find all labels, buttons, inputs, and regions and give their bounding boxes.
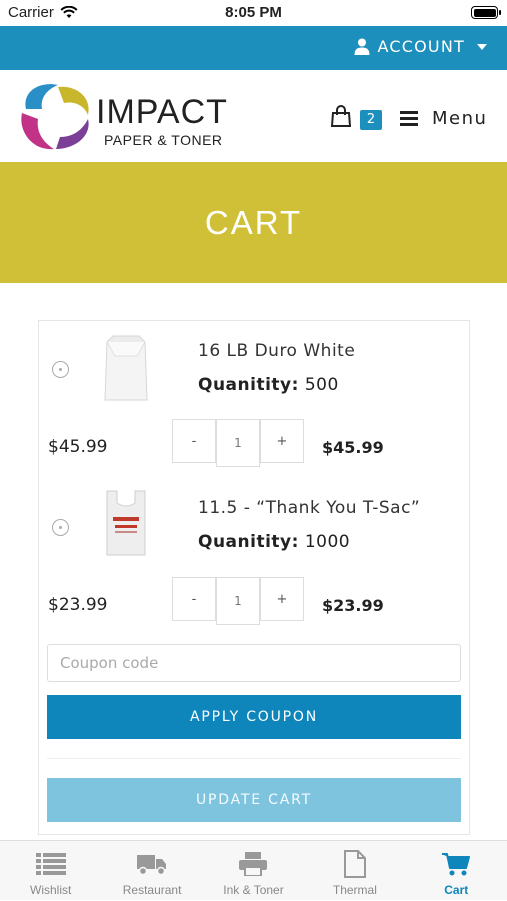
logo-title: IMPACT	[96, 93, 228, 131]
quantity-stepper: - 1 +	[172, 577, 304, 625]
cart-icon	[442, 853, 471, 876]
bottom-tab-bar: Wishlist Restaurant Ink & Toner Thermal …	[0, 840, 507, 900]
hamburger-icon	[400, 111, 418, 126]
quantity-value: 1000	[304, 532, 351, 552]
status-bar: Carrier 8:05 PM	[0, 0, 507, 26]
quantity-value: 500	[304, 375, 339, 395]
quantity-label: Quanitity:	[198, 375, 299, 395]
quantity-stepper: - 1 +	[172, 419, 304, 467]
line-total: $45.99	[322, 438, 384, 457]
tshirt-bag-image	[106, 490, 146, 556]
tab-label: Cart	[444, 883, 469, 897]
caret-down-icon	[477, 43, 487, 50]
divider	[47, 758, 461, 759]
increment-button[interactable]: +	[260, 419, 304, 463]
shopping-bag-icon[interactable]	[330, 105, 352, 127]
battery-icon	[471, 6, 501, 19]
tab-label: Thermal	[332, 883, 377, 897]
unit-price: $23.99	[48, 595, 108, 615]
account-bar: ACCOUNT	[0, 26, 507, 70]
page-banner: CART	[0, 162, 507, 283]
unit-price: $45.99	[48, 437, 108, 457]
decrement-button[interactable]: -	[172, 577, 216, 621]
quantity-label: Quanitity:	[198, 532, 299, 552]
tab-cart[interactable]: Cart	[406, 841, 507, 901]
truck-icon	[137, 855, 167, 875]
tab-label: Ink & Toner	[223, 883, 284, 897]
product-name[interactable]: 11.5 - “Thank You T-Sac”	[198, 498, 420, 518]
clock: 8:05 PM	[225, 4, 282, 21]
tab-restaurant[interactable]: Restaurant	[101, 841, 202, 901]
coupon-code-input[interactable]	[47, 644, 461, 682]
document-icon	[343, 850, 366, 878]
logo-subtitle: PAPER & TONER	[104, 132, 223, 148]
menu-button[interactable]: Menu	[400, 108, 487, 129]
decrement-button[interactable]: -	[172, 419, 216, 463]
cart-panel: 16 LB Duro White Quanitity: 500 $45.99 -…	[38, 320, 470, 835]
account-label: ACCOUNT	[377, 37, 465, 56]
tab-wishlist[interactable]: Wishlist	[0, 841, 101, 901]
tab-ink-toner[interactable]: Ink & Toner	[203, 841, 304, 901]
page-title: CART	[204, 203, 303, 241]
quantity-input[interactable]: 1	[216, 419, 260, 467]
quantity-input[interactable]: 1	[216, 577, 260, 625]
cart-count-badge: 2	[360, 110, 382, 130]
increment-button[interactable]: +	[260, 577, 304, 621]
account-button[interactable]: ACCOUNT	[354, 37, 487, 56]
product-quantity: Quanitity: 500	[198, 375, 339, 395]
remove-item-radio[interactable]	[52, 519, 69, 536]
menu-label: Menu	[432, 108, 488, 129]
apply-coupon-button[interactable]: APPLY COUPON	[47, 695, 461, 739]
tab-thermal[interactable]: Thermal	[304, 841, 405, 901]
site-logo[interactable]: IMPACT PAPER & TONER	[18, 79, 250, 153]
line-total: $23.99	[322, 596, 384, 615]
printer-icon	[239, 852, 268, 876]
remove-item-radio[interactable]	[52, 361, 69, 378]
product-name[interactable]: 16 LB Duro White	[198, 341, 355, 361]
list-icon	[35, 853, 66, 875]
user-icon	[354, 38, 370, 55]
tab-label: Restaurant	[122, 883, 182, 897]
logo-mark-icon	[21, 84, 89, 150]
paper-bag-image	[104, 335, 148, 401]
tab-label: Wishlist	[30, 883, 72, 897]
site-header: IMPACT PAPER & TONER 2 Menu	[0, 70, 507, 162]
update-cart-button[interactable]: UPDATE CART	[47, 778, 461, 822]
product-quantity: Quanitity: 1000	[198, 532, 350, 552]
